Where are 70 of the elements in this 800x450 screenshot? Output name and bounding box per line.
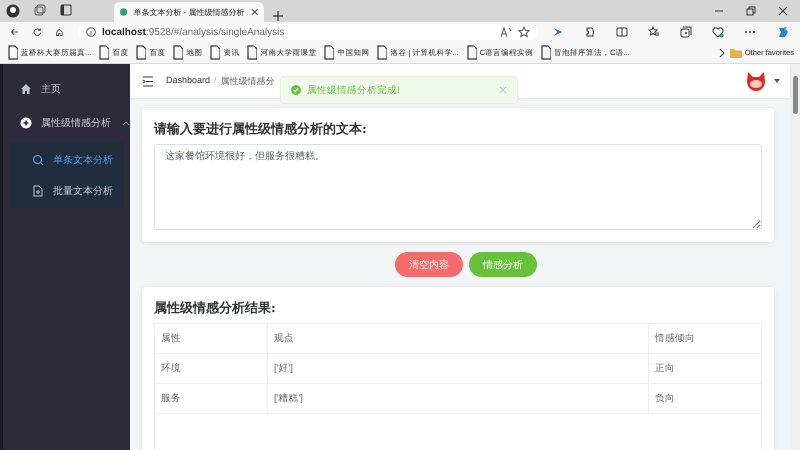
menu-label: 主页	[41, 82, 61, 96]
column-header: 观点	[268, 324, 648, 354]
column-header: 属性	[154, 324, 268, 354]
page-icon	[539, 45, 552, 60]
page-icon	[322, 45, 334, 60]
text-input-field[interactable]: 这家餐馆环境很好，但服务很糟糕。	[154, 144, 762, 230]
favorites-icon[interactable]	[648, 26, 660, 38]
workspaces-icon[interactable]	[34, 4, 46, 16]
browser-essentials-icon[interactable]	[712, 26, 724, 38]
table-cell: 负向	[648, 384, 762, 414]
close-icon[interactable]	[250, 8, 258, 16]
home-icon	[20, 83, 32, 95]
menu-group[interactable]: 属性级情感分析	[3, 106, 130, 140]
profile-icon[interactable]	[6, 4, 20, 18]
page-icon	[464, 45, 477, 60]
page-icon	[375, 45, 388, 60]
table-cell: 服务	[154, 384, 268, 414]
chevron-right-icon[interactable]	[718, 48, 726, 58]
restore-icon[interactable]	[746, 6, 756, 16]
table-cell: 环境	[154, 354, 268, 384]
column-header: 情感倾向	[648, 324, 762, 354]
avatar-icon[interactable]	[744, 69, 768, 93]
collections-icon[interactable]	[680, 26, 692, 38]
menu-icon[interactable]	[142, 76, 154, 86]
page-icon	[97, 45, 110, 60]
read-aloud-icon[interactable]	[500, 26, 512, 38]
url-text: localhost:9528/#/analysis/singleAnalysis	[102, 26, 284, 38]
section-title: 请输入要进行属性级情感分析的文本:	[154, 120, 368, 138]
back-icon[interactable]	[10, 26, 19, 38]
scrollbar-thumb[interactable]	[792, 76, 798, 114]
page-icon	[171, 45, 184, 60]
caret-down-icon[interactable]	[774, 79, 780, 83]
sidebar-item[interactable]: 批量文本分析	[9, 175, 124, 206]
section-title: 属性级情感分析结果:	[154, 300, 277, 317]
menu-label: 批量文本分析	[53, 184, 113, 198]
new-tab-icon[interactable]	[272, 10, 284, 22]
folder-icon	[730, 48, 742, 58]
breadcrumb-separator: /	[214, 74, 217, 86]
table-cell: ['好']	[268, 354, 648, 384]
search-icon	[32, 154, 44, 166]
breadcrumb-item: 属性级情感分	[220, 74, 275, 88]
refresh-icon[interactable]	[32, 26, 42, 38]
page-icon	[134, 45, 146, 60]
page-icon	[245, 45, 258, 60]
address-bar[interactable]: localhost:9528/#/analysis/singleAnalysis	[78, 24, 538, 40]
sidebar-item[interactable]: 单条文本分析	[9, 144, 124, 175]
site-icon	[120, 8, 128, 16]
close-icon[interactable]	[778, 6, 788, 16]
menu-label: 属性级情感分析	[41, 116, 111, 130]
breadcrumb-item[interactable]: Dashboard	[166, 74, 210, 88]
file-plus-icon	[32, 184, 44, 196]
sidebar-item[interactable]: 主页	[3, 72, 130, 106]
browser-tab[interactable]: 单条文本分析 - 属性级情感分析	[114, 2, 264, 22]
chevron-up-icon[interactable]	[122, 120, 130, 126]
table-cell: ['糟糕']	[268, 384, 648, 414]
extension-icon[interactable]	[552, 26, 564, 38]
home-icon[interactable]	[55, 26, 64, 38]
tab-title: 单条文本分析 - 属性级情感分析	[133, 6, 245, 18]
plus-circle-icon	[20, 117, 32, 129]
table-cell: 正向	[648, 354, 762, 384]
copilot-icon[interactable]	[776, 25, 790, 39]
page-icon	[6, 45, 18, 60]
tab-actions-icon[interactable]	[60, 4, 72, 16]
favorite-star-icon[interactable]	[518, 26, 530, 38]
page-icon	[208, 45, 220, 60]
info-icon	[86, 27, 96, 37]
split-screen-icon[interactable]	[616, 26, 628, 38]
menu-label: 单条文本分析	[53, 154, 113, 166]
toast-message: 属性级情感分析完成!	[307, 84, 400, 96]
check-circle-icon	[291, 85, 301, 95]
